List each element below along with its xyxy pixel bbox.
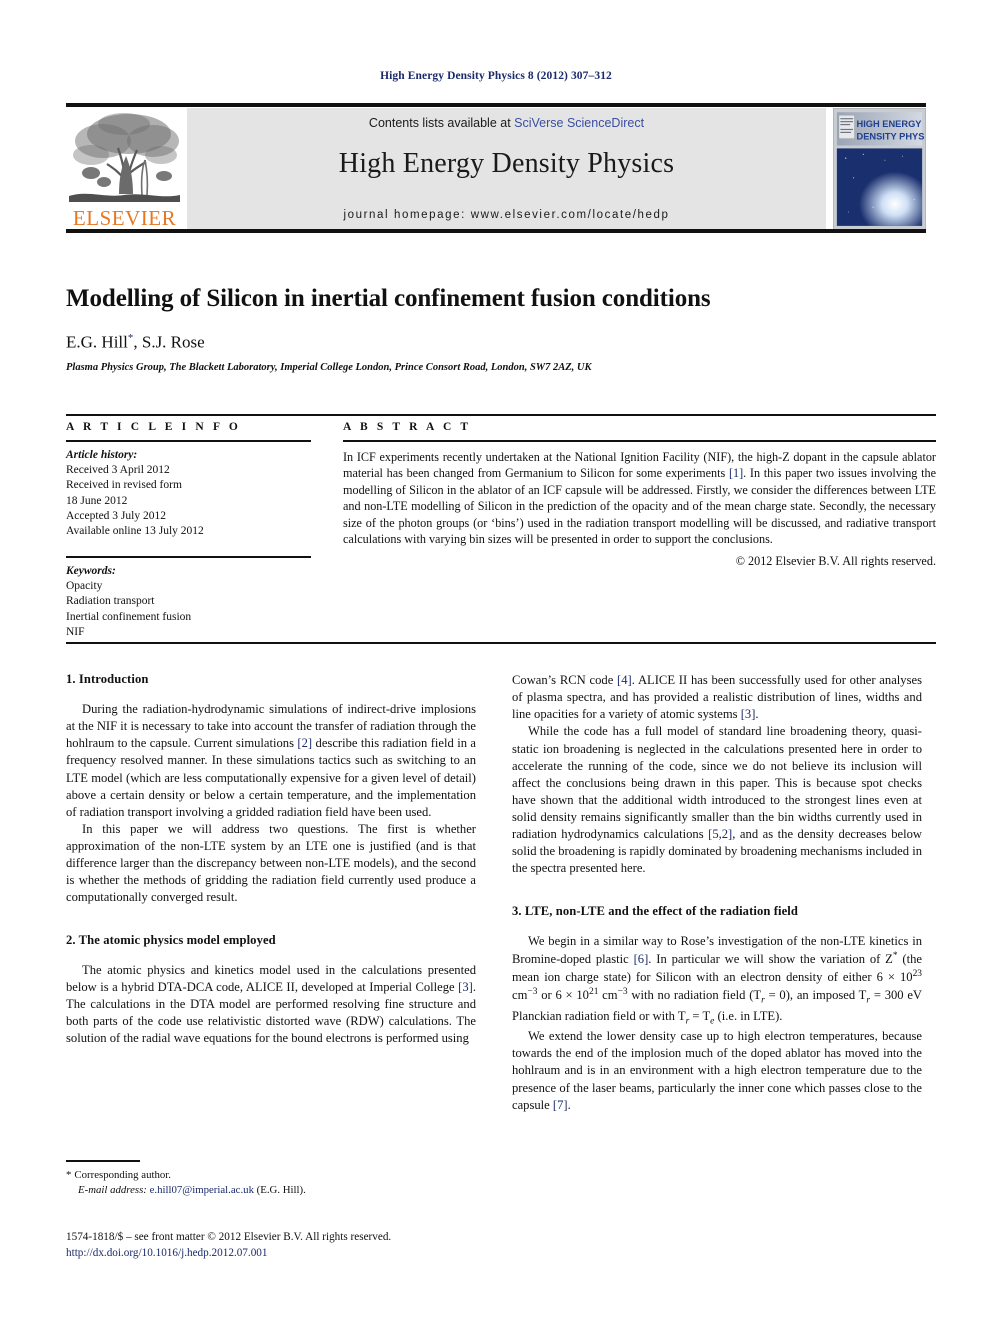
running-head: High Energy Density Physics 8 (2012) 307… xyxy=(380,70,612,82)
history-item: Available online 13 July 2012 xyxy=(66,524,204,537)
lte-p1-e: or 6 × 10 xyxy=(537,988,589,1003)
keywords-label: Keywords: xyxy=(66,565,116,578)
citation-ref-5-2[interactable]: [5,2] xyxy=(708,827,732,841)
title-block: Modelling of Silicon in inertial confine… xyxy=(66,285,936,373)
right-p2-a: While the code has a full model of stand… xyxy=(512,724,922,842)
keywords-list: Keywords: Opacity Radiation transport In… xyxy=(66,558,311,640)
section-heading-introduction: 1. Introduction xyxy=(66,672,149,686)
abstract-column: A B S T R A C T In ICF experiments recen… xyxy=(343,414,936,569)
history-item: Accepted 3 July 2012 xyxy=(66,509,166,522)
author-rest: , S.J. Rose xyxy=(133,332,205,352)
elsevier-logo: ELSEVIER xyxy=(66,108,183,230)
svg-text:DENSITY PHYSICS: DENSITY PHYSICS xyxy=(857,132,925,142)
issn-line: 1574-1818/$ – see front matter © 2012 El… xyxy=(66,1231,392,1243)
right-column: Cowan’s RCN code [4]. ALICE II has been … xyxy=(512,672,922,1114)
article-info-column: A R T I C L E I N F O Article history: R… xyxy=(66,414,311,640)
sciencedirect-link[interactable]: SciVerse ScienceDirect xyxy=(514,116,644,130)
lte-p1-f: cm xyxy=(598,988,618,1003)
lte-p1-d: cm xyxy=(512,988,528,1003)
journal-cover-thumbnail: HIGH ENERGY DENSITY PHYSICS xyxy=(833,108,926,230)
lte-p1-k: (i.e. in LTE). xyxy=(714,1008,783,1023)
footnote-body: * Corresponding author. E-mail address: e… xyxy=(66,1168,476,1199)
imprint-block: 1574-1818/$ – see front matter © 2012 El… xyxy=(66,1230,516,1261)
contents-available-line: Contents lists available at SciVerse Sci… xyxy=(187,116,826,130)
journal-cover-image: HIGH ENERGY DENSITY PHYSICS xyxy=(834,109,925,229)
right-p1-a: Cowan’s RCN code xyxy=(512,673,618,687)
article-history: Article history: Received 3 April 2012 R… xyxy=(66,442,311,539)
info-bottom-rule xyxy=(66,642,936,644)
info-abstract-block: A R T I C L E I N F O Article history: R… xyxy=(66,414,936,644)
lte-p1-j: = T xyxy=(689,1008,711,1023)
history-item: Received 3 April 2012 xyxy=(66,464,170,477)
page-title: Modelling of Silicon in inertial confine… xyxy=(66,285,711,312)
article-info-heading: A R T I C L E I N F O xyxy=(66,421,241,433)
journal-homepage-line[interactable]: journal homepage: www.elsevier.com/locat… xyxy=(187,209,826,221)
lte-p1-b: . In particular we will show the variati… xyxy=(648,951,893,966)
author-first: E.G. Hill xyxy=(66,332,128,352)
masthead-bottom-rule xyxy=(66,229,926,233)
keyword-item: NIF xyxy=(66,625,85,638)
footnote-divider xyxy=(66,1160,140,1162)
journal-masthead: ELSEVIER Contents lists available at Sci… xyxy=(66,103,926,233)
citation-ref-7[interactable]: [7] xyxy=(553,1098,568,1112)
paragraph-right-2: While the code has a full model of stand… xyxy=(512,723,922,877)
keyword-item: Opacity xyxy=(66,580,103,593)
paragraph-lte-1: We begin in a similar way to Rose’s inve… xyxy=(512,933,922,1029)
keyword-item: Inertial confinement fusion xyxy=(66,610,192,623)
footnote-email-line: E-mail address: e.hill07@imperial.ac.uk … xyxy=(66,1183,476,1199)
citation-ref-3[interactable]: [3] xyxy=(458,980,473,994)
abstract-heading: A B S T R A C T xyxy=(343,421,472,433)
section-heading-atomic-model: 2. The atomic physics model employed xyxy=(66,932,276,947)
exponent-21: 21 xyxy=(588,987,599,998)
right-p1-c: . xyxy=(755,707,759,722)
keyword-item: Radiation transport xyxy=(66,595,155,608)
email-link[interactable]: e.hill07@imperial.ac.uk xyxy=(150,1184,254,1196)
paper-page: High Energy Density Physics 8 (2012) 307… xyxy=(0,0,992,1323)
lte-p1-h: = 0), an imposed T xyxy=(764,988,867,1003)
elsevier-wordmark: ELSEVIER xyxy=(72,206,177,230)
citation-ref-2[interactable]: [2] xyxy=(297,736,312,750)
paragraph-intro-1: During the radiation-hydrodynamic simula… xyxy=(66,701,476,821)
article-history-label: Article history: xyxy=(66,449,138,461)
contents-panel: Contents lists available at SciVerse Sci… xyxy=(187,108,826,230)
abstract-text: In ICF experiments recently undertaken a… xyxy=(343,442,936,548)
footnote-corresponding-label: Corresponding author. xyxy=(74,1168,171,1181)
atomic-p1-a: The atomic physics and kinetics model us… xyxy=(66,962,476,994)
abstract-ref-1[interactable]: [1] xyxy=(729,466,743,480)
exponent-23: 23 xyxy=(912,968,922,979)
footnote-corresponding-line: * Corresponding author. xyxy=(66,1168,476,1184)
email-address-label: E-mail address: xyxy=(78,1184,147,1197)
lte-p2-b: . xyxy=(567,1097,571,1112)
citation-ref-4[interactable]: [4] xyxy=(617,673,632,687)
paragraph-right-1: Cowan’s RCN code [4]. ALICE II has been … xyxy=(512,672,922,723)
affiliation: Plasma Physics Group, The Blackett Labor… xyxy=(66,362,592,374)
left-column: 1. Introduction During the radiation-hyd… xyxy=(66,672,476,1047)
section-heading-lte: 3. LTE, non-LTE and the effect of the ra… xyxy=(512,903,799,918)
svg-text:HIGH ENERGY: HIGH ENERGY xyxy=(857,119,923,129)
lte-p2-a: We extend the lower density case up to h… xyxy=(512,1029,922,1112)
corresponding-author-footnote: * Corresponding author. E-mail address: e… xyxy=(66,1160,476,1199)
history-item: 18 June 2012 xyxy=(66,494,128,507)
masthead-top-rule xyxy=(66,103,926,107)
paragraph-lte-2: We extend the lower density case up to h… xyxy=(512,1028,922,1114)
paragraph-atomic-1: The atomic physics and kinetics model us… xyxy=(66,962,476,1048)
history-item: Received in revised form xyxy=(66,479,182,492)
abstract-copyright: © 2012 Elsevier B.V. All rights reserved… xyxy=(735,553,936,568)
journal-title: High Energy Density Physics xyxy=(338,148,675,179)
citation-ref-3b[interactable]: [3] xyxy=(741,707,756,721)
lte-p1-g: with no radiation field (T xyxy=(627,988,762,1003)
exponent-minus3-a: −3 xyxy=(527,987,538,998)
contents-prefix: Contents lists available at xyxy=(368,116,515,130)
paragraph-intro-2: In this paper we will address two questi… xyxy=(66,821,476,905)
exponent-minus3-b: −3 xyxy=(617,987,628,998)
elsevier-tree-icon xyxy=(69,110,180,202)
citation-ref-6[interactable]: [6] xyxy=(634,952,649,966)
email-attribution: (E.G. Hill). xyxy=(253,1184,306,1197)
author-list: E.G. Hill*, S.J. Rose xyxy=(66,332,936,353)
doi-link[interactable]: http://dx.doi.org/10.1016/j.hedp.2012.07… xyxy=(66,1247,267,1259)
